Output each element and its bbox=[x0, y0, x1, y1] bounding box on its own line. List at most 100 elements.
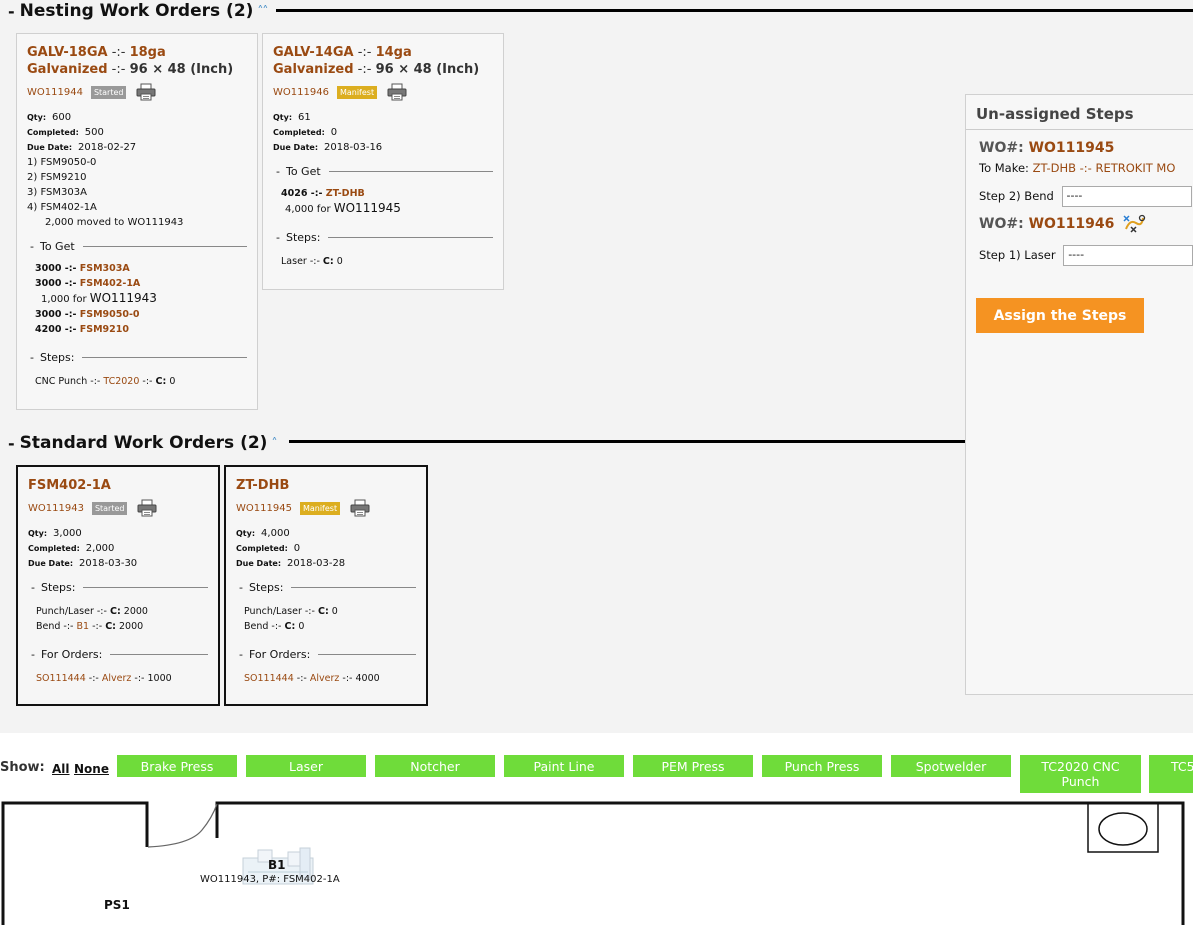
status-badge: Manifest bbox=[299, 501, 341, 515]
wo-link[interactable]: WO111944 bbox=[27, 87, 83, 98]
part-link[interactable]: FSM303A bbox=[80, 263, 130, 274]
card-title[interactable]: GALV-18GA -:- 18ga Galvanized -:- 96 × 4… bbox=[27, 44, 247, 78]
completed-label: Completed: bbox=[27, 128, 79, 137]
show-none-link[interactable]: None bbox=[74, 762, 109, 776]
filter-button-notcher[interactable]: Notcher bbox=[375, 755, 495, 777]
filter-button-tc5[interactable]: TC5 bbox=[1149, 755, 1193, 793]
completed-value: 0 bbox=[330, 127, 338, 138]
nesting-card: GALV-14GA -:- 14ga Galvanized -:- 96 × 4… bbox=[262, 33, 504, 290]
machine-select[interactable]: ---- bbox=[1063, 245, 1193, 266]
customer-link[interactable]: Alverz bbox=[102, 673, 132, 684]
completed-label: Completed: bbox=[273, 128, 325, 137]
card-title[interactable]: ZT-DHB bbox=[236, 477, 416, 494]
wo-link[interactable]: WO111945 bbox=[1029, 140, 1115, 156]
part-link[interactable]: FSM402-1A bbox=[80, 278, 141, 289]
status-badge: Manifest bbox=[336, 85, 378, 99]
status-badge: Started bbox=[90, 85, 127, 99]
due-label: Due Date: bbox=[236, 559, 282, 568]
step-item: Laser -:- C: 0 bbox=[281, 256, 343, 267]
card-title[interactable]: GALV-14GA -:- 14ga Galvanized -:- 96 × 4… bbox=[273, 44, 493, 78]
standard-section-header: - Standard Work Orders (2) ˄ bbox=[8, 433, 277, 453]
order-link[interactable]: SO111444 bbox=[36, 673, 86, 684]
shop-floor-map: B1 WO111943, P#: FSM402-1A PS1 bbox=[0, 800, 1193, 925]
list-item: 3) FSM303A bbox=[27, 187, 87, 198]
printer-icon[interactable] bbox=[387, 83, 407, 101]
status-badge: Started bbox=[91, 501, 128, 515]
order-item: SO111444 -:- Alverz -:- 1000 bbox=[36, 673, 172, 684]
wo-link[interactable]: WO111945 bbox=[236, 503, 292, 514]
due-value: 2018-02-27 bbox=[78, 142, 137, 153]
machine-label-ps1[interactable]: PS1 bbox=[104, 898, 130, 912]
filter-button-punch-press[interactable]: Punch Press bbox=[762, 755, 882, 777]
route-icon[interactable] bbox=[1122, 214, 1146, 234]
for-orders-header: - For Orders: bbox=[28, 648, 208, 661]
collapse-chevron-icon[interactable]: ˄˄ bbox=[257, 5, 268, 17]
order-link[interactable]: SO111444 bbox=[244, 673, 294, 684]
qty-value: 61 bbox=[298, 112, 311, 123]
due-label: Due Date: bbox=[273, 143, 319, 152]
step-label: Step 1) Laser bbox=[979, 248, 1056, 262]
step-assign-row: Step 2) Bend ---- bbox=[979, 186, 1193, 207]
step-item: Punch/Laser -:- C: 0 bbox=[244, 606, 338, 617]
steps-header: - Steps: bbox=[28, 581, 208, 594]
step-label: Step 2) Bend bbox=[979, 189, 1054, 203]
machine-link[interactable]: B1 bbox=[77, 621, 90, 632]
to-get-item: 3000 -:- FSM303A bbox=[35, 263, 130, 274]
to-get-note: 4,000 for WO111945 bbox=[285, 201, 401, 215]
show-all-link[interactable]: All bbox=[52, 762, 70, 776]
to-get-item: 3000 -:- FSM9050-0 bbox=[35, 309, 140, 320]
machine-select[interactable]: ---- bbox=[1061, 186, 1192, 207]
order-item: SO111444 -:- Alverz -:- 4000 bbox=[244, 673, 380, 684]
filter-button-tc2020-cnc-punch[interactable]: TC2020 CNC Punch bbox=[1020, 755, 1141, 793]
filter-button-pem-press[interactable]: PEM Press bbox=[633, 755, 753, 777]
machine-label-b1[interactable]: B1 bbox=[268, 858, 286, 872]
part-link[interactable]: ZT-DHB bbox=[326, 188, 365, 199]
to-get-header: - To Get bbox=[27, 240, 247, 253]
printer-icon[interactable] bbox=[350, 499, 370, 517]
due-label: Due Date: bbox=[27, 143, 73, 152]
due-label: Due Date: bbox=[28, 559, 74, 568]
completed-value: 0 bbox=[293, 543, 301, 554]
collapse-chevron-icon[interactable]: ˄ bbox=[271, 437, 277, 449]
assign-steps-button[interactable]: Assign the Steps bbox=[976, 298, 1144, 333]
completed-label: Completed: bbox=[28, 544, 80, 553]
qty-value: 3,000 bbox=[53, 528, 82, 539]
part-link[interactable]: FSM9050-0 bbox=[80, 309, 140, 320]
completed-label: Completed: bbox=[236, 544, 288, 553]
filter-button-laser[interactable]: Laser bbox=[246, 755, 366, 777]
card-title[interactable]: FSM402-1A bbox=[28, 477, 208, 494]
filter-button-paint-line[interactable]: Paint Line bbox=[504, 755, 624, 777]
customer-link[interactable]: Alverz bbox=[310, 673, 340, 684]
qty-value: 4,000 bbox=[261, 528, 290, 539]
list-item: 1) FSM9050-0 bbox=[27, 157, 97, 168]
completed-value: 500 bbox=[84, 127, 104, 138]
step-item: Bend -:- B1 -:- C: 2000 bbox=[36, 621, 144, 632]
filter-button-spotwelder[interactable]: Spotwelder bbox=[891, 755, 1011, 777]
list-item: 4) FSM402-1A bbox=[27, 202, 97, 213]
filter-button-brake-press[interactable]: Brake Press bbox=[117, 755, 237, 777]
due-value: 2018-03-30 bbox=[79, 558, 138, 569]
to-get-item: 4026 -:- ZT-DHB bbox=[281, 188, 365, 199]
printer-icon[interactable] bbox=[136, 83, 156, 101]
panel-title: Un-assigned Steps bbox=[966, 95, 1193, 130]
for-orders-header: - For Orders: bbox=[236, 648, 416, 661]
show-label: Show: bbox=[0, 760, 45, 775]
wo-link[interactable]: WO111943 bbox=[28, 503, 84, 514]
unassigned-steps-panel: Un-assigned Steps WO#: WO111945 To Make:… bbox=[965, 94, 1193, 695]
section-divider bbox=[276, 9, 1193, 12]
wo-heading: WO#: WO111945 bbox=[979, 140, 1115, 156]
qty-label: Qty: bbox=[273, 113, 293, 122]
steps-header: - Steps: bbox=[236, 581, 416, 594]
due-value: 2018-03-16 bbox=[324, 142, 383, 153]
wo-heading: WO#: WO111946 bbox=[979, 214, 1193, 234]
wo-link[interactable]: WO111946 bbox=[1029, 216, 1115, 232]
printer-icon[interactable] bbox=[137, 499, 157, 517]
standard-card: ZT-DHB WO111945 Manifest Qty: 4,000 Compl… bbox=[224, 465, 428, 706]
machine-link[interactable]: TC2020 bbox=[103, 376, 139, 387]
nesting-section-title: Nesting Work Orders (2) bbox=[19, 1, 254, 21]
step-item: Punch/Laser -:- C: 2000 bbox=[36, 606, 148, 617]
wo-link[interactable]: WO111946 bbox=[273, 87, 329, 98]
part-link[interactable]: FSM9210 bbox=[80, 324, 129, 335]
machine-job-label: WO111943, P#: FSM402-1A bbox=[200, 874, 340, 885]
section-dash: - bbox=[8, 433, 15, 453]
